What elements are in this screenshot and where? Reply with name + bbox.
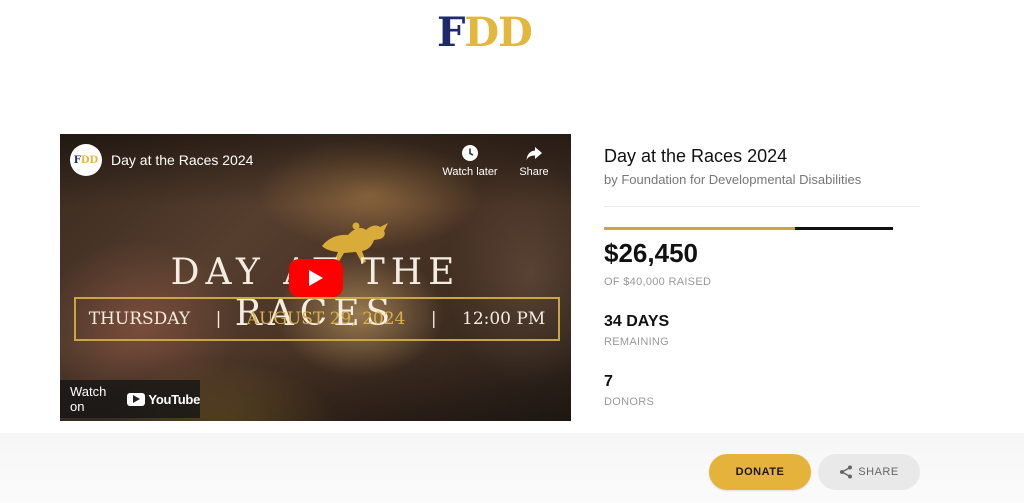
fdd-logo[interactable]: FDD [437, 9, 533, 56]
band-separator: | [430, 309, 437, 329]
watch-on-label: Watch on [70, 384, 107, 414]
youtube-wordmark: YouTube [148, 391, 200, 407]
share-arrow-icon [526, 147, 542, 160]
play-icon [309, 270, 323, 286]
event-date: AUGUST 29, 2024 [246, 309, 406, 329]
fundraising-progress-bar [604, 227, 893, 230]
youtube-video-player[interactable]: F DD Day at the Races 2024 Watch later Sh… [60, 134, 571, 421]
channel-avatar[interactable]: F DD [70, 144, 102, 176]
band-separator: | [215, 309, 222, 329]
donor-count-label: DONORS [604, 396, 655, 408]
days-remaining-label: REMAINING [604, 336, 670, 348]
play-button[interactable] [289, 259, 343, 297]
watch-later-label: Watch later [442, 166, 498, 178]
event-time: 12:00 PM [462, 309, 546, 329]
divider [604, 206, 920, 207]
share-button[interactable]: SHARE [818, 454, 920, 490]
share-button-label: SHARE [858, 466, 899, 478]
event-day: THURSDAY [88, 309, 191, 329]
watch-on-youtube-link[interactable]: Watch on YouTube [60, 380, 200, 418]
event-date-band: THURSDAY | AUGUST 29, 2024 | 12:00 PM [74, 297, 560, 341]
campaign-organizer: by Foundation for Developmental Disabili… [604, 172, 862, 187]
clock-icon [462, 145, 478, 161]
logo-letter-f: F [437, 9, 465, 56]
youtube-logo-icon [127, 392, 146, 406]
campaign-page: FDD F DD Day at the Races 2024 Watch late… [0, 0, 1024, 503]
share-label: Share [519, 166, 549, 178]
share-nodes-icon [840, 465, 853, 479]
video-share-button[interactable]: Share [516, 144, 552, 178]
donor-count: 7 [604, 373, 613, 390]
progress-fill [604, 227, 796, 230]
logo-letters-dd: DD [464, 9, 532, 56]
amount-raised: $26,450 [604, 238, 698, 268]
watch-later-button[interactable]: Watch later [440, 144, 500, 178]
donate-button[interactable]: DONATE [709, 454, 811, 490]
campaign-title: Day at the Races 2024 [604, 146, 788, 166]
days-remaining: 34 DAYS [604, 313, 670, 330]
goal-label: OF $40,000 RAISED [604, 276, 712, 288]
video-title[interactable]: Day at the Races 2024 [111, 152, 253, 168]
youtube-logo: YouTube [127, 392, 200, 407]
